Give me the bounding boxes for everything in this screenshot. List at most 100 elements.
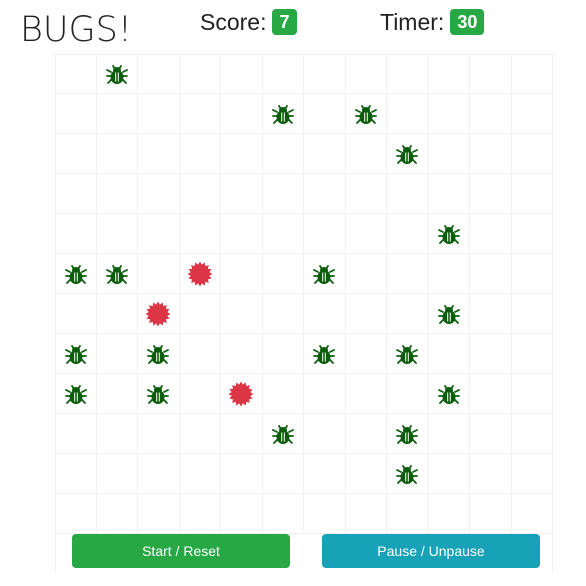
board-cell[interactable] [179, 494, 221, 534]
board-cell[interactable] [345, 414, 387, 454]
board-cell[interactable] [262, 494, 304, 534]
board-cell[interactable] [470, 454, 512, 494]
board-cell[interactable] [387, 494, 429, 534]
board-cell[interactable] [470, 134, 512, 174]
bug-icon[interactable] [312, 342, 336, 366]
board-cell[interactable] [262, 174, 304, 214]
board-cell[interactable] [55, 214, 97, 254]
board-cell[interactable] [387, 334, 429, 374]
board-cell[interactable] [387, 414, 429, 454]
board-cell[interactable] [511, 54, 553, 94]
board-cell[interactable] [470, 334, 512, 374]
board-cell[interactable] [96, 54, 138, 94]
board-cell[interactable] [304, 414, 346, 454]
board-cell[interactable] [96, 334, 138, 374]
board-cell[interactable] [96, 294, 138, 334]
board-cell[interactable] [96, 134, 138, 174]
board-cell[interactable] [138, 374, 180, 414]
board-cell[interactable] [304, 294, 346, 334]
board-cell[interactable] [179, 214, 221, 254]
board-cell[interactable] [428, 94, 470, 134]
board-cell[interactable] [96, 454, 138, 494]
board-cell[interactable] [262, 374, 304, 414]
board-cell[interactable] [221, 494, 263, 534]
board-cell[interactable] [304, 174, 346, 214]
board-cell[interactable] [96, 254, 138, 294]
board-cell[interactable] [179, 134, 221, 174]
board-cell[interactable] [470, 94, 512, 134]
board-cell[interactable] [138, 174, 180, 214]
board-cell[interactable] [221, 334, 263, 374]
board-cell[interactable] [179, 374, 221, 414]
board-cell[interactable] [221, 214, 263, 254]
board-cell[interactable] [345, 494, 387, 534]
board-cell[interactable] [387, 174, 429, 214]
board-cell[interactable] [304, 334, 346, 374]
bug-icon[interactable] [312, 262, 336, 286]
board-cell[interactable] [179, 94, 221, 134]
board-cell[interactable] [470, 214, 512, 254]
board-cell[interactable] [262, 254, 304, 294]
board-cell[interactable] [304, 214, 346, 254]
pause-unpause-button[interactable]: Pause / Unpause [322, 534, 540, 568]
board-cell[interactable] [262, 134, 304, 174]
bug-icon[interactable] [105, 62, 129, 86]
board-cell[interactable] [428, 334, 470, 374]
board-cell[interactable] [221, 254, 263, 294]
board-cell[interactable] [511, 294, 553, 334]
board-cell[interactable] [55, 294, 97, 334]
board-cell[interactable] [345, 334, 387, 374]
board-cell[interactable] [55, 454, 97, 494]
board-cell[interactable] [221, 374, 263, 414]
board-cell[interactable] [428, 214, 470, 254]
bug-icon[interactable] [395, 462, 419, 486]
bug-icon[interactable] [105, 262, 129, 286]
board-cell[interactable] [470, 414, 512, 454]
start-reset-button[interactable]: Start / Reset [72, 534, 290, 568]
board-cell[interactable] [221, 414, 263, 454]
board-cell[interactable] [387, 94, 429, 134]
board-cell[interactable] [470, 174, 512, 214]
board-cell[interactable] [138, 414, 180, 454]
board-cell[interactable] [138, 454, 180, 494]
board-cell[interactable] [221, 294, 263, 334]
bug-icon[interactable] [395, 342, 419, 366]
board-cell[interactable] [511, 414, 553, 454]
board-cell[interactable] [179, 454, 221, 494]
board-cell[interactable] [221, 54, 263, 94]
board-cell[interactable] [179, 414, 221, 454]
board-cell[interactable] [262, 454, 304, 494]
board-cell[interactable] [138, 334, 180, 374]
board-cell[interactable] [221, 94, 263, 134]
board-cell[interactable] [387, 54, 429, 94]
board-cell[interactable] [511, 454, 553, 494]
board-cell[interactable] [511, 494, 553, 534]
board-cell[interactable] [55, 374, 97, 414]
board-cell[interactable] [262, 334, 304, 374]
board-cell[interactable] [470, 54, 512, 94]
board-cell[interactable] [138, 294, 180, 334]
board-cell[interactable] [428, 294, 470, 334]
bug-icon[interactable] [271, 102, 295, 126]
board-cell[interactable] [55, 134, 97, 174]
board-cell[interactable] [96, 494, 138, 534]
board-cell[interactable] [138, 134, 180, 174]
board-cell[interactable] [179, 334, 221, 374]
board-cell[interactable] [511, 334, 553, 374]
board-cell[interactable] [470, 254, 512, 294]
board-cell[interactable] [55, 414, 97, 454]
board-cell[interactable] [345, 54, 387, 94]
board-cell[interactable] [138, 254, 180, 294]
board-cell[interactable] [304, 54, 346, 94]
board-cell[interactable] [345, 174, 387, 214]
bug-icon[interactable] [64, 342, 88, 366]
board-cell[interactable] [511, 374, 553, 414]
board-cell[interactable] [221, 134, 263, 174]
board-cell[interactable] [428, 254, 470, 294]
board-cell[interactable] [387, 134, 429, 174]
board-cell[interactable] [262, 214, 304, 254]
board-cell[interactable] [55, 334, 97, 374]
board-cell[interactable] [511, 174, 553, 214]
board-cell[interactable] [96, 94, 138, 134]
board-cell[interactable] [345, 94, 387, 134]
